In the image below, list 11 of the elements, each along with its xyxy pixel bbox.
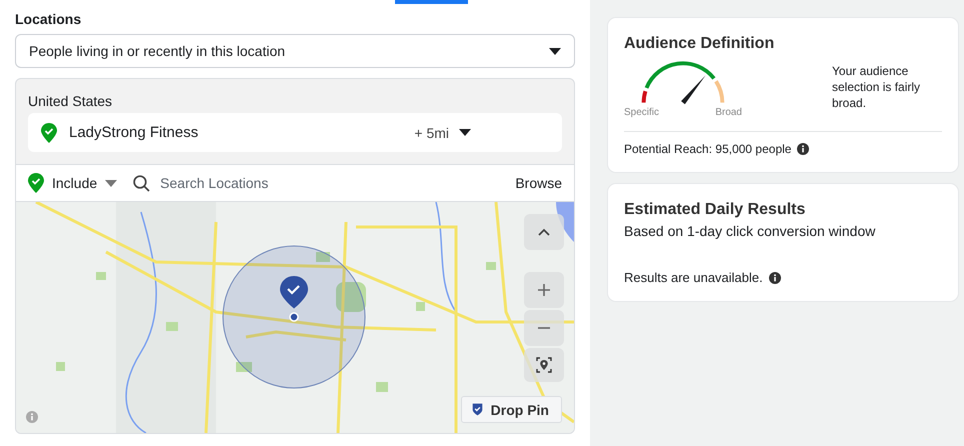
results-message: Results are unavailable. <box>624 270 763 285</box>
country-label: United States <box>27 92 114 111</box>
gauge-min-label: Specific <box>624 107 660 118</box>
gauge-max-label: Broad <box>715 107 742 118</box>
section-label: Locations <box>15 11 82 27</box>
card-subtitle: Based on 1-day click conversion window <box>624 223 876 239</box>
potential-reach: Potential Reach: 95,000 people <box>624 142 792 156</box>
location-name: LadyStrong Fitness <box>69 124 200 141</box>
card-title: Audience Definition <box>624 35 776 53</box>
audience-description: Your audience selection is fairly broad. <box>832 63 922 112</box>
card-title: Estimated Daily Results <box>624 201 806 219</box>
